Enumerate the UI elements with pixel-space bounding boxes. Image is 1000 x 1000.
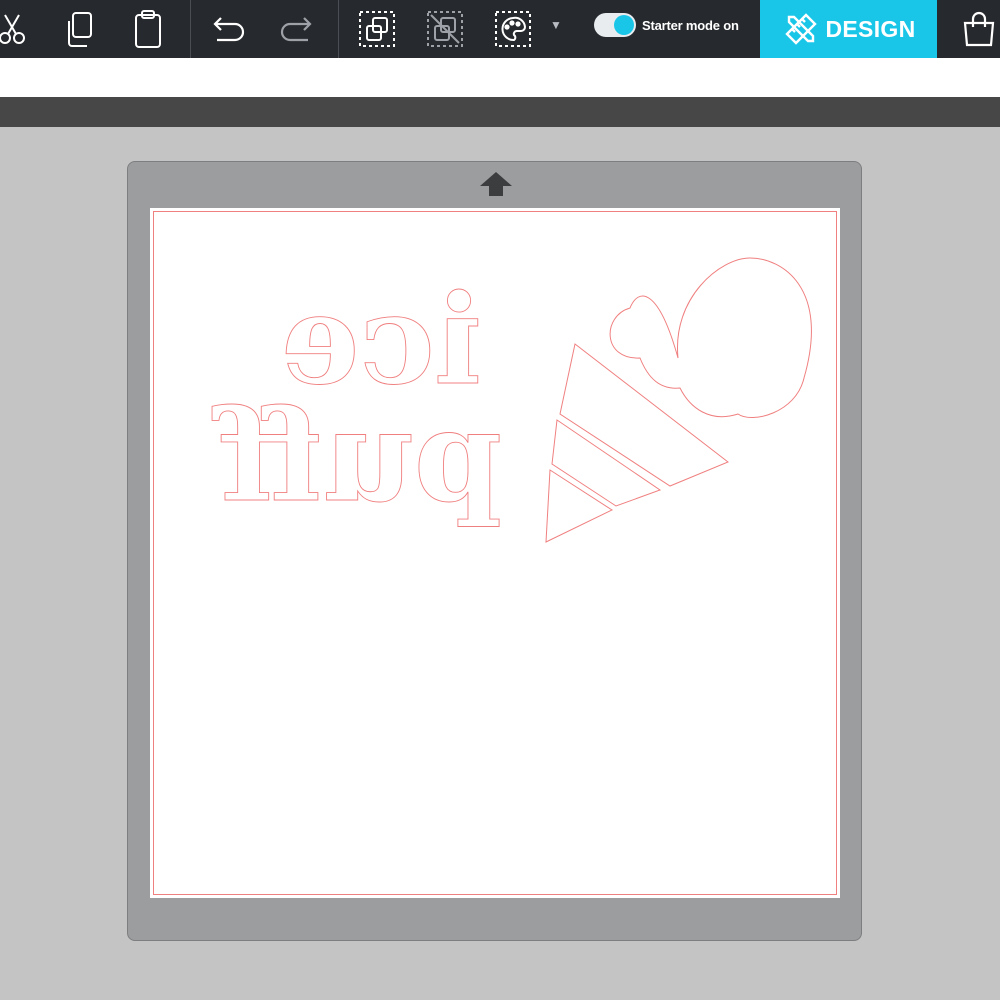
attach-icon[interactable] <box>353 0 401 58</box>
starter-mode-toggle[interactable]: Starter mode on <box>594 10 739 40</box>
text-line-puff[interactable]: puff <box>211 382 503 531</box>
cone-stripe-top[interactable] <box>559 343 729 487</box>
cone-tip[interactable] <box>545 469 614 543</box>
toolbar-divider <box>338 0 339 58</box>
starter-mode-label: Starter mode on <box>642 17 739 33</box>
cut-icon[interactable] <box>0 0 36 58</box>
toggle-knob <box>614 15 634 35</box>
mirrored-design[interactable]: ice puff <box>150 208 840 898</box>
mat-canvas[interactable]: ice puff <box>150 208 840 898</box>
cone-stripe-middle[interactable] <box>551 419 662 507</box>
shop-bag-icon[interactable] <box>955 0 1000 58</box>
chevron-down-icon[interactable]: ▼ <box>548 0 564 50</box>
paste-icon[interactable] <box>124 0 172 58</box>
undo-icon[interactable] <box>205 0 253 58</box>
design-tab[interactable]: DESIGN <box>760 0 937 58</box>
copy-icon[interactable] <box>56 0 104 58</box>
redo-icon[interactable] <box>272 0 320 58</box>
design-ruler-pencil-icon <box>784 13 817 45</box>
design-tab-label: DESIGN <box>825 15 916 42</box>
toggle-switch[interactable] <box>594 13 636 37</box>
detach-icon[interactable] <box>421 0 469 58</box>
ice-cream-scoop-shape[interactable] <box>609 257 812 418</box>
top-toolbar: ▼ Starter mode on DESIGN <box>0 0 1000 58</box>
feed-direction-arrow-icon <box>480 172 512 196</box>
color-sync-icon[interactable] <box>489 0 537 58</box>
sub-header-bar <box>0 58 1000 97</box>
mirrored-text-group[interactable]: ice puff <box>211 268 503 531</box>
toolbar-divider <box>190 0 191 58</box>
cutting-mat: ice puff <box>127 161 862 941</box>
mat-header-bar <box>0 97 1000 127</box>
